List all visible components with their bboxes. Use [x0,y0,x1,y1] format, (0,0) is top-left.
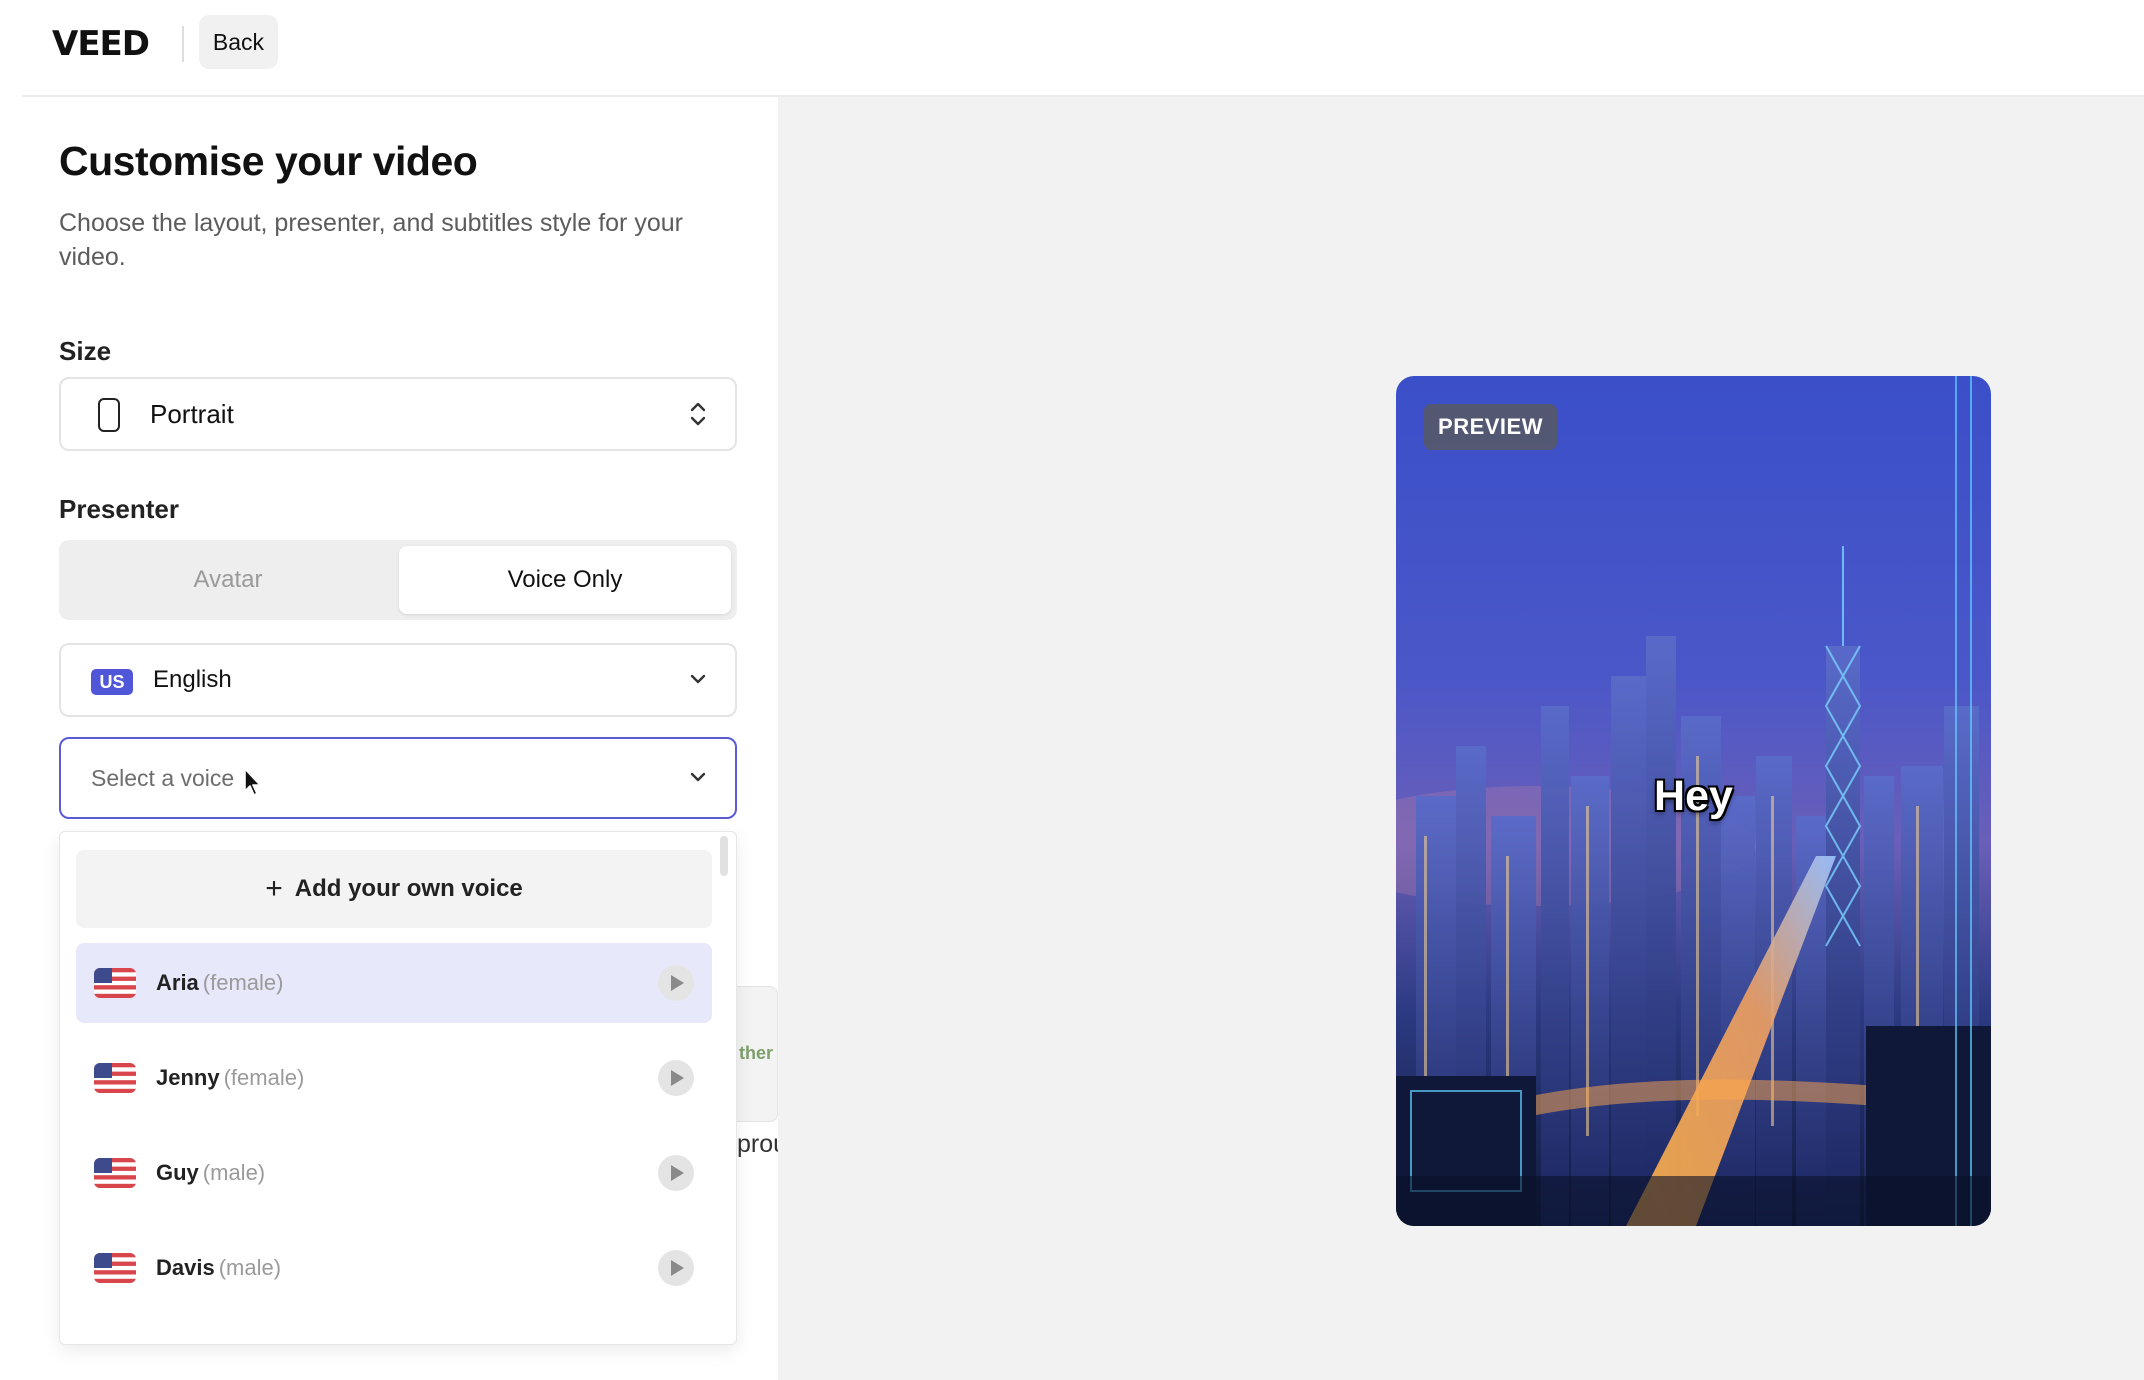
plus-icon: + [265,872,283,905]
voice-item-aria[interactable]: Aria (female) [76,943,712,1023]
play-icon [671,975,684,991]
chevron-down-icon [690,772,706,782]
voice-name: Aria [156,970,199,995]
voice-name: Davis [156,1255,215,1280]
dropdown-scrollbar[interactable] [720,836,728,876]
voice-gender: (female) [202,970,284,995]
language-select[interactable]: US English [59,643,737,717]
preview-badge: PREVIEW [1424,404,1557,450]
us-flag-icon [94,1253,136,1283]
us-flag-icon [94,1063,136,1093]
voice-select[interactable]: Select a voice [59,737,737,819]
play-preview-button[interactable] [658,965,694,1001]
chevron-up-down-icon [690,402,706,426]
play-icon [671,1070,684,1086]
presenter-label: Presenter [59,494,179,524]
voice-name: Guy [156,1160,199,1185]
back-button[interactable]: Back [199,15,278,69]
size-select[interactable]: Portrait [59,377,737,451]
voice-name: Jenny [156,1065,220,1090]
us-badge: US [91,669,133,695]
page-title: Customise your video [59,138,478,184]
subtitle-style-card-partial[interactable]: ther [737,986,778,1122]
partial-card-text: ther [739,1043,774,1063]
phone-portrait-icon [98,398,120,432]
voice-dropdown: + Add your own voice Aria (female) Jenny (f… [59,831,737,1345]
play-icon [671,1260,684,1276]
voice-gender: (female) [223,1065,305,1090]
voice-item-davis[interactable]: Davis (male) [76,1228,712,1308]
size-label: Size [59,336,112,366]
play-preview-button[interactable] [658,1155,694,1191]
voice-gender: (male) [202,1160,266,1185]
play-preview-button[interactable] [658,1060,694,1096]
subtitle-caption: Hey [1654,772,1733,820]
us-flag-icon [94,968,136,998]
voice-select-placeholder: Select a voice [91,765,235,791]
language-value: English [153,666,232,693]
video-preview[interactable]: PREVIEW Hey [1396,376,1991,1226]
page: VEED Back Customise your video Choose th… [0,0,2144,1380]
presenter-option-avatar[interactable]: Avatar [65,546,391,614]
voice-item-guy[interactable]: Guy (male) [76,1133,712,1213]
voice-item-jenny[interactable]: Jenny (female) [76,1038,712,1118]
us-flag-icon [94,1158,136,1188]
add-own-voice-button[interactable]: + Add your own voice [76,850,712,928]
presenter-toggle: Avatar Voice Only [59,540,737,620]
play-icon [671,1165,684,1181]
partial-label-text: prou [737,1130,778,1158]
size-value: Portrait [150,399,234,429]
add-voice-label: Add your own voice [294,875,523,902]
veed-logo[interactable]: VEED [52,22,150,66]
chevron-down-icon [690,674,706,684]
play-preview-button[interactable] [658,1250,694,1286]
top-bar: VEED Back [0,0,2144,96]
logo-separator [182,26,184,62]
presenter-option-voice-only[interactable]: Voice Only [399,546,731,614]
page-description: Choose the layout, presenter, and subtit… [59,209,683,271]
voice-gender: (male) [218,1255,282,1280]
mouse-cursor-icon [244,768,261,796]
